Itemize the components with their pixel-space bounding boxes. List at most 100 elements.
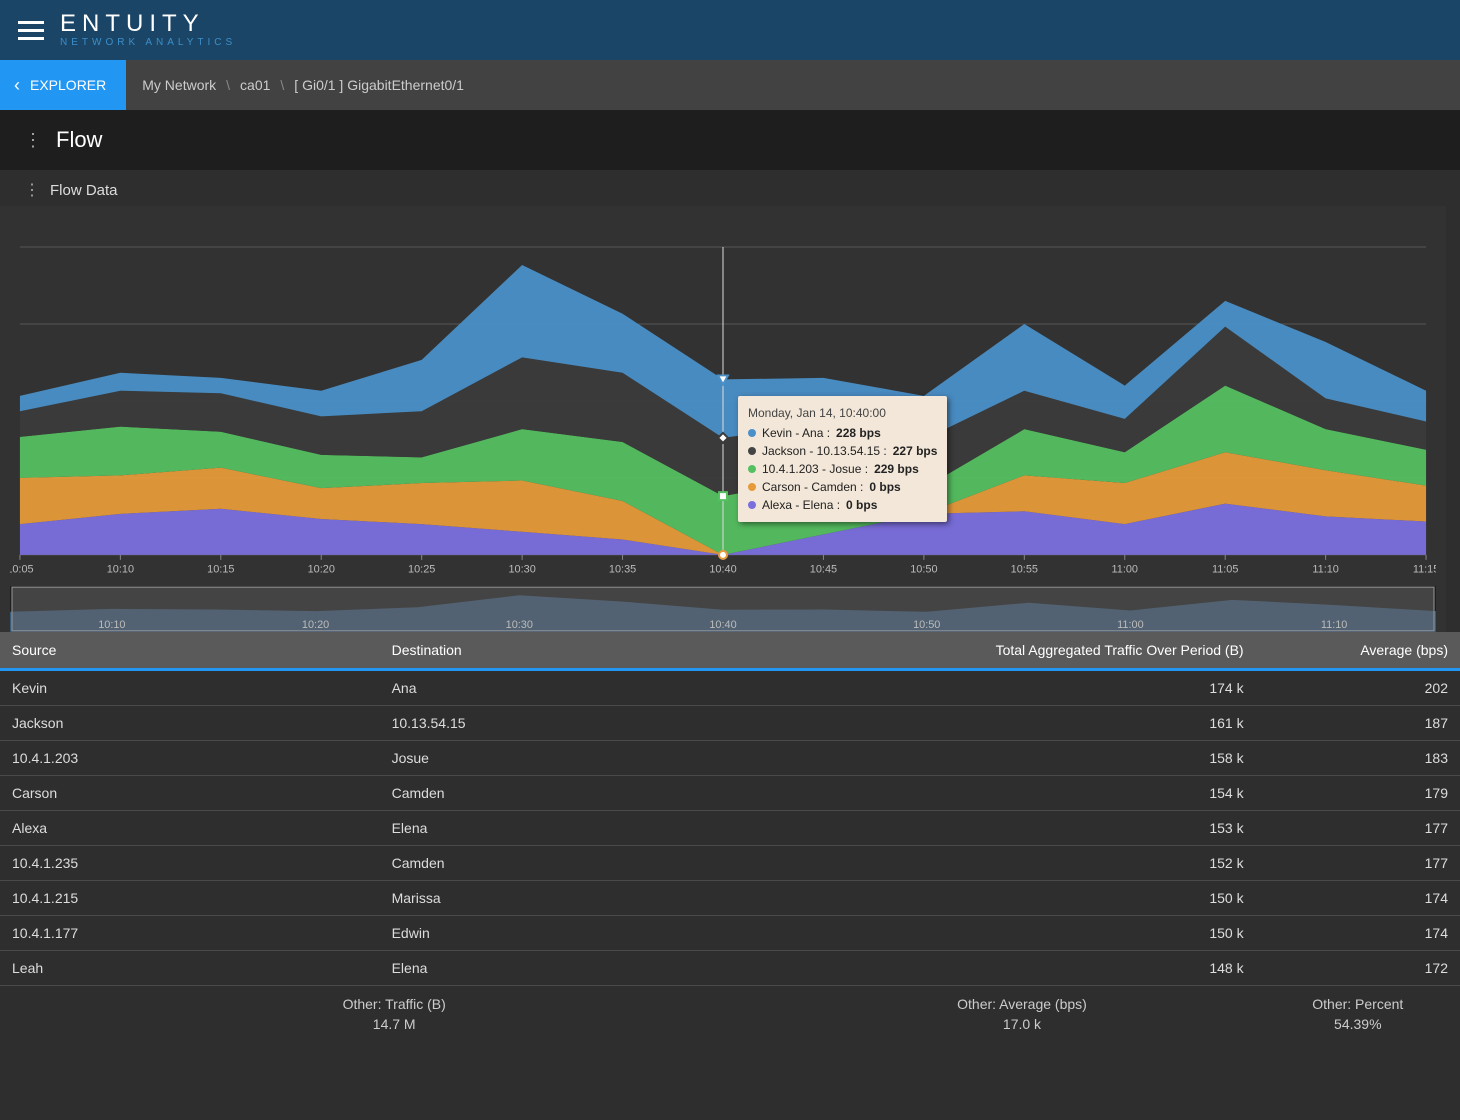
footer-pct-value: 54.39% bbox=[1256, 1016, 1460, 1032]
breadcrumb: My Network \ ca01 \ [ Gi0/1 ] GigabitEth… bbox=[142, 77, 464, 93]
svg-text:10:20: 10:20 bbox=[302, 619, 329, 631]
kebab-icon[interactable]: ⋮ bbox=[24, 180, 40, 200]
svg-text:10:40: 10:40 bbox=[709, 564, 736, 576]
time-range-brush[interactable]: 10:10 10:20 10:30 10:40 10:50 11:00 11:10 bbox=[10, 586, 1436, 632]
footer-stats: Other: Traffic (B) 14.7 M Other: Average… bbox=[0, 986, 1460, 1046]
svg-text:10:10: 10:10 bbox=[107, 564, 134, 576]
cell-source: 10.4.1.203 bbox=[0, 741, 380, 776]
table-row[interactable]: 10.4.1.203Josue158 k183 bbox=[0, 741, 1460, 776]
breadcrumb-item[interactable]: [ Gi0/1 ] GigabitEthernet0/1 bbox=[294, 77, 464, 93]
svg-text:11:00: 11:00 bbox=[1112, 564, 1138, 576]
svg-text:10:45: 10:45 bbox=[810, 564, 837, 576]
svg-text:11:10: 11:10 bbox=[1321, 619, 1347, 631]
svg-text:10:35: 10:35 bbox=[609, 564, 636, 576]
cell-source: 10.4.1.215 bbox=[0, 881, 380, 916]
cell-avg: 179 bbox=[1256, 776, 1460, 811]
col-source[interactable]: Source bbox=[0, 632, 380, 670]
col-avg[interactable]: Average (bps) bbox=[1256, 632, 1460, 670]
cell-total: 153 k bbox=[788, 811, 1255, 846]
cell-dest: Ana bbox=[380, 670, 789, 706]
cell-dest: Camden bbox=[380, 846, 789, 881]
svg-text:10:30: 10:30 bbox=[506, 619, 533, 631]
breadcrumb-item[interactable]: My Network bbox=[142, 77, 216, 93]
cell-avg: 183 bbox=[1256, 741, 1460, 776]
kebab-icon[interactable]: ⋮ bbox=[24, 130, 42, 151]
cell-dest: Josue bbox=[380, 741, 789, 776]
table-row[interactable]: LeahElena148 k172 bbox=[0, 951, 1460, 986]
cell-total: 152 k bbox=[788, 846, 1255, 881]
table-row[interactable]: 10.4.1.177Edwin150 k174 bbox=[0, 916, 1460, 951]
cell-dest: Camden bbox=[380, 776, 789, 811]
cell-avg: 187 bbox=[1256, 706, 1460, 741]
cell-dest: Marissa bbox=[380, 881, 789, 916]
cell-source: Carson bbox=[0, 776, 380, 811]
section-header: ⋮ Flow Data bbox=[0, 170, 1460, 206]
svg-text:11:15: 11:15 bbox=[1413, 564, 1436, 576]
svg-text:10:50: 10:50 bbox=[913, 619, 940, 631]
cell-source: 10.4.1.177 bbox=[0, 916, 380, 951]
col-destination[interactable]: Destination bbox=[380, 632, 789, 670]
logo-subtext: NETWORK ANALYTICS bbox=[60, 38, 236, 48]
table-row[interactable]: AlexaElena153 k177 bbox=[0, 811, 1460, 846]
svg-text:10:10: 10:10 bbox=[98, 619, 125, 631]
footer-traffic-value: 14.7 M bbox=[0, 1016, 788, 1032]
page-header: ⋮ Flow bbox=[0, 110, 1460, 170]
svg-text:10:20: 10:20 bbox=[308, 564, 335, 576]
cell-avg: 174 bbox=[1256, 916, 1460, 951]
table-header-row: Source Destination Total Aggregated Traf… bbox=[0, 632, 1460, 670]
table-row[interactable]: Jackson10.13.54.15161 k187 bbox=[0, 706, 1460, 741]
table-row[interactable]: 10.4.1.235Camden152 k177 bbox=[0, 846, 1460, 881]
col-total[interactable]: Total Aggregated Traffic Over Period (B) bbox=[788, 632, 1255, 670]
svg-text:10:05: 10:05 bbox=[10, 564, 34, 576]
footer-avg-label: Other: Average (bps) bbox=[788, 996, 1255, 1012]
cell-avg: 202 bbox=[1256, 670, 1460, 706]
section-title: Flow Data bbox=[50, 182, 118, 199]
cell-dest: Edwin bbox=[380, 916, 789, 951]
cell-total: 174 k bbox=[788, 670, 1255, 706]
cell-total: 161 k bbox=[788, 706, 1255, 741]
cell-avg: 174 bbox=[1256, 881, 1460, 916]
cell-dest: 10.13.54.15 bbox=[380, 706, 789, 741]
topbar: ENTUITY NETWORK ANALYTICS bbox=[0, 0, 1460, 60]
chart-panel: 10:05 10:10 10:15 10:20 10:25 10:30 10:35 10:40… bbox=[0, 206, 1446, 632]
cell-avg: 177 bbox=[1256, 811, 1460, 846]
table-row[interactable]: CarsonCamden154 k179 bbox=[0, 776, 1460, 811]
logo-text: ENTUITY bbox=[60, 12, 236, 36]
svg-text:10:15: 10:15 bbox=[207, 564, 234, 576]
cell-source: Alexa bbox=[0, 811, 380, 846]
cell-avg: 172 bbox=[1256, 951, 1460, 986]
footer-pct-label: Other: Percent bbox=[1256, 996, 1460, 1012]
table-row[interactable]: KevinAna174 k202 bbox=[0, 670, 1460, 706]
cell-dest: Elena bbox=[380, 811, 789, 846]
cell-total: 150 k bbox=[788, 881, 1255, 916]
footer-traffic-label: Other: Traffic (B) bbox=[0, 996, 788, 1012]
breadcrumb-bar: ‹ EXPLORER My Network \ ca01 \ [ Gi0/1 ]… bbox=[0, 60, 1460, 110]
flow-table: Source Destination Total Aggregated Traf… bbox=[0, 632, 1460, 986]
cell-total: 148 k bbox=[788, 951, 1255, 986]
svg-text:10:50: 10:50 bbox=[910, 564, 937, 576]
flow-area-chart[interactable]: 10:05 10:10 10:15 10:20 10:25 10:30 10:35 10:40… bbox=[10, 206, 1436, 586]
svg-text:11:10: 11:10 bbox=[1312, 564, 1338, 576]
explorer-back-button[interactable]: ‹ EXPLORER bbox=[0, 60, 126, 110]
svg-text:11:00: 11:00 bbox=[1117, 619, 1143, 631]
chevron-left-icon: ‹ bbox=[14, 75, 20, 96]
cell-total: 158 k bbox=[788, 741, 1255, 776]
breadcrumb-item[interactable]: ca01 bbox=[240, 77, 270, 93]
table-row[interactable]: 10.4.1.215Marissa150 k174 bbox=[0, 881, 1460, 916]
menu-icon[interactable] bbox=[18, 21, 44, 40]
page-title: Flow bbox=[56, 127, 102, 153]
logo: ENTUITY NETWORK ANALYTICS bbox=[60, 12, 236, 48]
cell-source: Jackson bbox=[0, 706, 380, 741]
svg-text:11:05: 11:05 bbox=[1212, 564, 1238, 576]
footer-avg-value: 17.0 k bbox=[788, 1016, 1255, 1032]
cell-total: 150 k bbox=[788, 916, 1255, 951]
svg-text:10:40: 10:40 bbox=[709, 619, 736, 631]
cell-dest: Elena bbox=[380, 951, 789, 986]
svg-text:10:25: 10:25 bbox=[408, 564, 435, 576]
svg-text:10:55: 10:55 bbox=[1011, 564, 1038, 576]
cell-source: Leah bbox=[0, 951, 380, 986]
cell-avg: 177 bbox=[1256, 846, 1460, 881]
cell-source: 10.4.1.235 bbox=[0, 846, 380, 881]
svg-text:10:30: 10:30 bbox=[508, 564, 535, 576]
cell-total: 154 k bbox=[788, 776, 1255, 811]
